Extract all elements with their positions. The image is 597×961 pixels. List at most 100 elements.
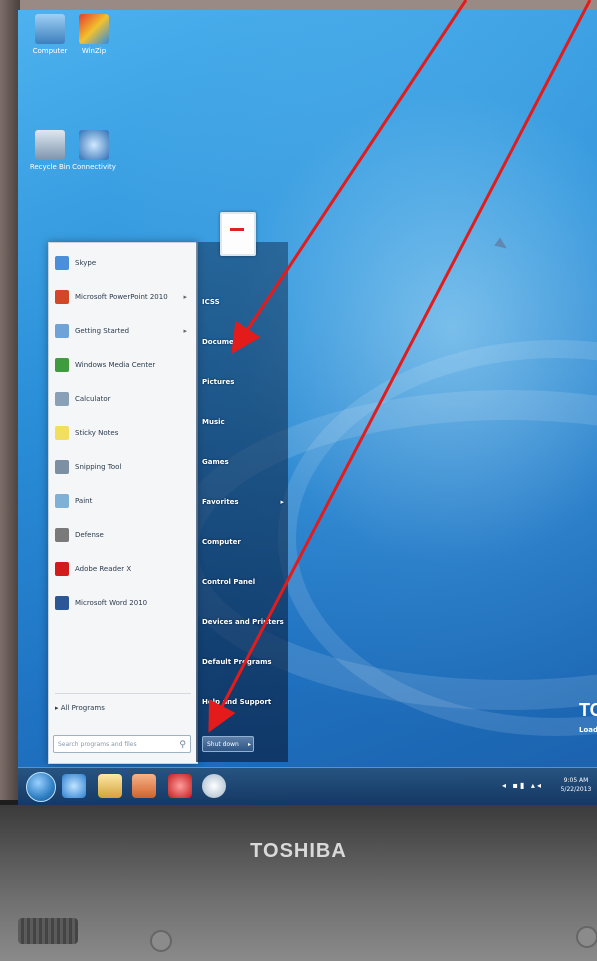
media-player-icon[interactable] [132,774,156,798]
start-menu-item[interactable]: Skype [55,249,191,277]
search-input[interactable]: Search programs and files ⚲ [53,735,191,753]
start-menu-item[interactable]: Getting Started ▸ [55,317,191,345]
start-menu-item[interactable]: Calculator [55,385,191,413]
start-menu-item[interactable]: Defense [55,521,191,549]
sticky-notes-icon [55,426,69,440]
getting-started-icon [55,324,69,338]
submenu-arrow-icon[interactable]: ▸ [183,293,187,301]
start-menu-place-help-and-support[interactable]: Help and Support [202,698,284,706]
start-menu-place-pictures[interactable]: Pictures [202,378,284,386]
taskbar: ◂ ▪▮ ▴◂ 9:05 AM 5/22/2013 [18,767,597,805]
start-menu-item-label: Adobe Reader X [75,565,132,573]
desktop-icon-label: Connectivity [72,163,116,171]
start-menu-place-label: Default Programs [202,658,272,666]
defense-icon [55,528,69,542]
start-menu-place-control-panel[interactable]: Control Panel [202,578,284,586]
pinned-app-icon[interactable] [168,774,192,798]
snipping-tool-icon [55,460,69,474]
mouse-cursor-icon [494,237,510,253]
clock-time: 9:05 AM [563,777,589,784]
submenu-arrow-icon[interactable]: ▸ [183,327,187,335]
hinge-screw [150,930,172,952]
start-menu-place-label: Documents [202,338,247,346]
system-tray[interactable]: ◂ ▪▮ ▴◂ [502,781,543,790]
winzip-desktop-icon[interactable]: WinZip [66,14,122,55]
start-menu-place-devices-and-printers[interactable]: Devices and Printers [202,618,284,626]
powerpoint-icon [55,290,69,304]
media-center-icon [55,358,69,372]
all-programs-label: All Programs [60,704,105,712]
start-menu-place-music[interactable]: Music [202,418,284,426]
start-menu-item[interactable]: Paint [55,487,191,515]
divider [55,693,191,694]
start-menu-place-label: Games [202,458,229,466]
splash-brand: TOSHIBA [579,700,597,720]
pinned-app-icon[interactable] [202,774,226,798]
start-menu-item[interactable]: Windows Media Center [55,351,191,379]
winzip-icon [79,14,109,44]
start-menu-place-documents[interactable]: Documents [202,338,284,346]
start-menu-item[interactable]: Sticky Notes [55,419,191,447]
start-menu-item-label: Snipping Tool [75,463,122,471]
photo-of-laptop: Computer WinZip Recycle Bin Connectivity… [0,0,597,961]
start-menu-item-label: Microsoft PowerPoint 2010 [75,293,168,301]
shutdown-label: Shut down [207,741,239,748]
shutdown-button[interactable]: Shut down ▸ [202,736,254,752]
desktop: Computer WinZip Recycle Bin Connectivity… [18,10,597,805]
recycle-bin-icon [35,130,65,160]
search-icon: ⚲ [179,740,186,750]
start-menu-place-label: Favorites [202,498,239,506]
start-menu-item-label: Getting Started [75,327,130,335]
start-menu-item[interactable]: Microsoft PowerPoint 2010 ▸ [55,283,191,311]
start-menu-place-default-programs[interactable]: Default Programs [202,658,284,666]
speaker-grille [18,918,78,944]
bezel-left [0,0,20,800]
start-menu-item-label: Calculator [75,395,111,403]
start-menu-place-games[interactable]: Games [202,458,284,466]
clock-date: 5/22/2013 [560,786,592,793]
start-menu-item[interactable]: Adobe Reader X [55,555,191,583]
start-menu-place-label: Pictures [202,378,235,386]
search-placeholder: Search programs and files [58,741,137,748]
paint-icon [55,494,69,508]
windows-explorer-icon[interactable] [98,774,122,798]
bezel-brand-logo: TOSHIBA [250,840,347,862]
start-menu-place-favorites[interactable]: Favorites ▸ [202,498,284,506]
start-button[interactable] [26,772,56,802]
start-menu-place-icss[interactable]: ICSS [202,298,284,306]
start-menu-place-label: Music [202,418,225,426]
desktop-icon-label: WinZip [81,47,107,55]
shutdown-options-icon[interactable]: ▸ [248,737,251,753]
internet-explorer-icon[interactable] [62,774,86,798]
start-menu-item-label: Windows Media Center [75,361,156,369]
start-menu-item-label: Defense [75,531,104,539]
skype-icon [55,256,69,270]
splash-loading-text: Loading [579,726,597,734]
start-menu-item-label: Sticky Notes [75,429,119,437]
start-menu-place-label: ICSS [202,298,220,306]
start-menu-item[interactable]: Snipping Tool [55,453,191,481]
start-menu-item[interactable]: Microsoft Word 2010 [55,589,191,617]
laptop-bottom-bezel [0,805,597,961]
submenu-arrow-icon[interactable]: ▸ [280,498,284,506]
start-menu-place-label: Control Panel [202,578,256,586]
start-menu-place-label: Devices and Printers [202,618,284,626]
start-menu-item-label: Microsoft Word 2010 [75,599,148,607]
start-menu-item-label: Skype [75,259,97,267]
start-menu-places-pane: ICSS Documents Pictures Music Games Favorites… [196,212,288,762]
connectivity-desktop-icon[interactable]: Connectivity [66,130,122,171]
all-programs-button[interactable]: ▸ All Programs [55,704,191,712]
start-menu-item-label: Paint [75,497,93,505]
start-menu-place-label: Computer [202,538,241,546]
start-menu-place-computer[interactable]: Computer [202,538,284,546]
start-menu-place-label: Help and Support [202,698,272,706]
clock[interactable]: 9:05 AM 5/22/2013 [558,776,594,794]
calculator-icon [55,392,69,406]
connectivity-icon [79,130,109,160]
word-icon [55,596,69,610]
adobe-reader-icon [55,562,69,576]
hinge-screw [576,926,597,948]
start-menu-programs-pane: Skype Microsoft PowerPoint 2010 ▸ Getting S… [48,242,198,764]
user-picture-icon [220,212,256,256]
start-menu: Skype Microsoft PowerPoint 2010 ▸ Getting S… [48,212,288,764]
